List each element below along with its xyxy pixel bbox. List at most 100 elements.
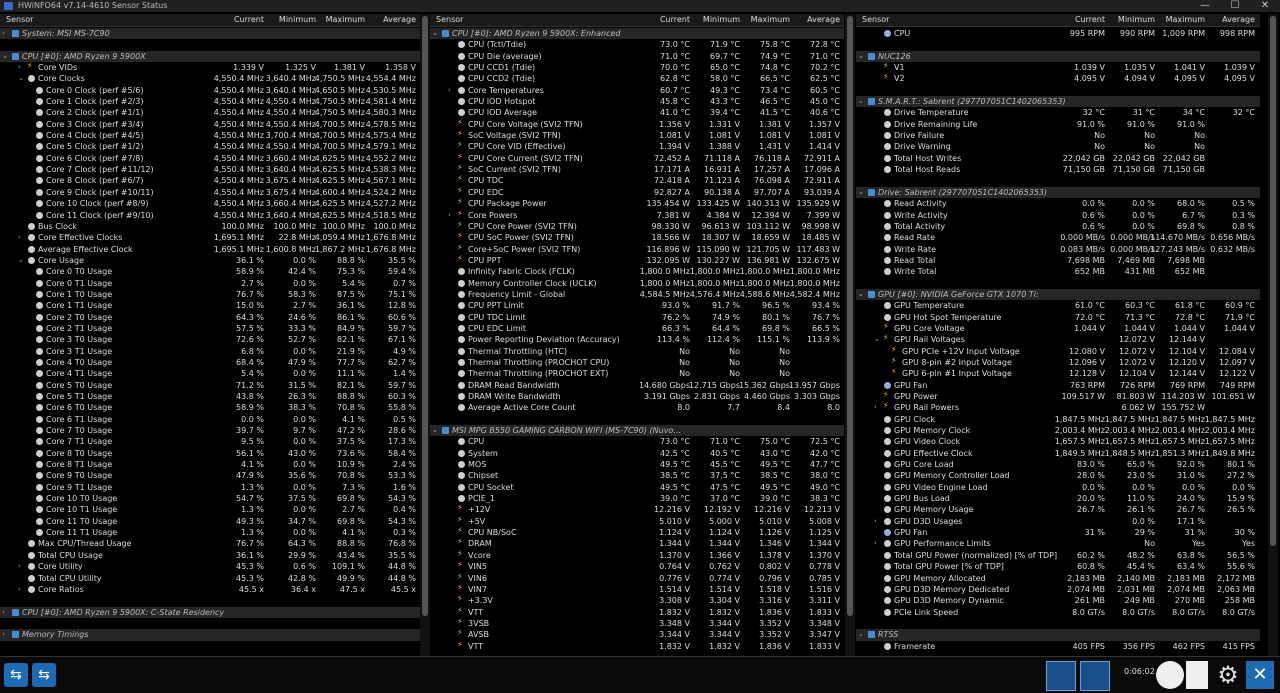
header-current[interactable]: Current	[1075, 14, 1105, 26]
sensor-row[interactable]: Frequency Limit - Global 4,584.5 MHz 4,576…	[430, 289, 844, 300]
sensor-row[interactable]: DRAM Read Bandwidth 14.680 Gbps 12.715 Gbp…	[430, 380, 844, 391]
sensor-row[interactable]: ⌄ GPU Rail Voltages 12.072 V 12.144 V	[856, 333, 1260, 345]
sensor-row[interactable]: Thermal Throttling (PROCHOT CPU) No No No	[430, 357, 844, 368]
sensor-row[interactable]: Drive Failure No No No	[856, 130, 1260, 141]
sensor-row[interactable]: Total GPU Power [% of TDP] 60.8 % 45.4 % 63…	[856, 561, 1260, 572]
sensor-row[interactable]: Core 9 Clock (perf #10/11) 4,550.4 MHz 3,6…	[0, 187, 420, 198]
sensor-group-header[interactable]: ⌄ MSI MPG B550 GAMING CARBON WIFI (MS-7C9…	[430, 425, 844, 437]
sensor-row[interactable]: Total GPU Power (normalized) [% of TDP] 6…	[856, 550, 1260, 561]
sensor-panel-1[interactable]: Sensor Current Minimum Maximum Average › Syste…	[0, 14, 420, 656]
sensor-row[interactable]: VIN7 1.514 V 1.514 V 1.518 V 1.516 V	[430, 583, 844, 595]
sensor-row[interactable]: 3VSB 3.348 V 3.344 V 3.352 V 3.348 V	[430, 617, 844, 629]
report-icon[interactable]	[1186, 661, 1208, 689]
scrollbar-1[interactable]	[420, 14, 430, 656]
sensor-row[interactable]: › GPU Rail Powers 6.062 W 155.752 W	[856, 401, 1260, 413]
header-maximum[interactable]: Maximum	[326, 14, 365, 26]
sensor-panel-3[interactable]: Sensor Current Minimum Maximum Average CPU 995…	[856, 14, 1260, 656]
sensor-row[interactable]: +12V 12.216 V 12.192 V 12.216 V 12.213 V	[430, 503, 844, 515]
sensor-row[interactable]: GPU Core Load 83.0 % 65.0 % 92.0 % 80.1 %	[856, 459, 1260, 470]
sensor-row[interactable]: Core 1 Clock (perf #2/3) 4,550.4 MHz 4,550…	[0, 96, 420, 107]
scroll-thumb-1[interactable]	[422, 16, 428, 616]
sensor-group-header[interactable]: ⌄ NUC126	[856, 50, 1260, 63]
scroll-thumb-2[interactable]	[847, 16, 853, 616]
sensor-group-header[interactable]: › Memory Timings	[0, 629, 420, 641]
sensor-row[interactable]: GPU 8-pin #2 Input Voltage 12.096 V 12.072…	[856, 356, 1260, 368]
sensor-row[interactable]: Core 7 T1 Usage 9.5 % 0.0 % 37.5 % 17.3 %	[0, 436, 420, 447]
expand-chevron-icon[interactable]: ›	[18, 232, 21, 243]
sensor-row[interactable]: Vcore 1.370 V 1.366 V 1.378 V 1.370 V	[430, 549, 844, 561]
collapse-chevron-icon[interactable]: ⌄	[874, 334, 880, 345]
sensor-row[interactable]: V2 4.095 V 4.094 V 4.095 V 4.095 V	[856, 72, 1260, 84]
network-icon[interactable]	[1046, 661, 1076, 691]
sensor-row[interactable]: Core 0 T1 Usage 2.7 % 0.0 % 5.4 % 0.7 %	[0, 278, 420, 289]
sensor-row[interactable]: PCIE_1 39.0 °C 37.0 °C 39.0 °C 38.3 °C	[430, 493, 844, 504]
sensor-row[interactable]: GPU Hot Spot Temperature 72.0 °C 71.3 °C 72…	[856, 312, 1260, 323]
sensor-row[interactable]: Thermal Throttling (PROCHOT EXT) No No No	[430, 368, 844, 379]
sensor-row[interactable]: VIN5 0.764 V 0.762 V 0.802 V 0.778 V	[430, 560, 844, 572]
collapse-chevron-icon[interactable]: ⌄	[432, 28, 438, 39]
sensor-group-header[interactable]: ⌄ Drive: Sabrent (297707051C1402065353)	[856, 186, 1260, 199]
sensor-row[interactable]: CPU EDC Limit 66.3 % 64.4 % 69.8 % 66.5 %	[430, 323, 844, 334]
collapse-chevron-icon[interactable]: ⌄	[858, 187, 864, 198]
sensor-row[interactable]: GPU Core Voltage 1.044 V 1.044 V 1.044 V 1.0…	[856, 322, 1260, 334]
nav-right-arrows-icon[interactable]: ⇆	[32, 663, 56, 687]
sensor-row[interactable]: CPU NB/SoC 1.124 V 1.124 V 1.126 V 1.125 V	[430, 526, 844, 538]
sensor-group-header[interactable]: › CPU [#0]: AMD Ryzen 9 5900X: C-State Re…	[0, 606, 420, 618]
sensor-row[interactable]: Memory Controller Clock (UCLK) 1,800.0 MH…	[430, 278, 844, 289]
sensor-row[interactable]: CPU Core Current (SVI2 TFN) 72.452 A 71.11…	[430, 152, 844, 164]
sensor-group-header[interactable]: ⌄ GPU [#0]: NVIDIA GeForce GTX 1070 Ti:	[856, 288, 1260, 301]
sensor-row[interactable]: Core 6 T0 Usage 58.9 % 38.3 % 70.8 % 55.8 %	[0, 402, 420, 413]
maximize-button[interactable]: ☐	[1220, 0, 1250, 12]
sensor-row[interactable]: Core 9 T0 Usage 47.9 % 35.6 % 70.8 % 53.3 %	[0, 470, 420, 481]
settings-gear-icon[interactable]: ⚙	[1214, 661, 1242, 689]
sensor-row[interactable]: Drive Temperature 32 °C 31 °C 34 °C 32 °C	[856, 107, 1260, 118]
sensor-row[interactable]: CPU EDC 92.827 A 90.138 A 97.707 A 93.039 A	[430, 186, 844, 198]
sensor-row[interactable]: GPU PCIe +12V Input Voltage 12.080 V 12.07…	[856, 345, 1260, 357]
sensor-row[interactable]: Core 11 T1 Usage 1.3 % 0.0 % 4.1 % 0.3 %	[0, 527, 420, 538]
sensor-row[interactable]: Core 6 Clock (perf #7/8) 4,550.4 MHz 3,660…	[0, 153, 420, 164]
sensor-row[interactable]: GPU Fan 31 % 29 % 31 % 30 %	[856, 527, 1260, 538]
sensor-row[interactable]: +3.3V 3.308 V 3.304 V 3.316 V 3.311 V	[430, 594, 844, 606]
sensor-row[interactable]: Core 4 Clock (perf #4/5) 4,550.4 MHz 3,700…	[0, 130, 420, 141]
expand-chevron-icon[interactable]: ›	[2, 28, 5, 39]
sensor-row[interactable]: CPU TDC Limit 76.2 % 74.9 % 80.1 % 76.7 %	[430, 312, 844, 323]
expand-chevron-icon[interactable]: ›	[448, 210, 451, 221]
sensor-row[interactable]: Core 8 T0 Usage 56.1 % 43.0 % 73.6 % 58.4 %	[0, 448, 420, 459]
sensor-row[interactable]: Read Rate 0.000 MB/s 0.000 MB/s 114.670 MB/…	[856, 232, 1260, 243]
sensor-row[interactable]: CPU CCD2 (Tdie) 62.8 °C 58.0 °C 66.5 °C 62.5…	[430, 73, 844, 84]
sensor-row[interactable]: ⌄ Core Usage 36.1 % 0.0 % 88.8 % 35.5 %	[0, 255, 420, 266]
header-current[interactable]: Current	[660, 14, 690, 26]
sensor-row[interactable]: CPU CCD1 (Tdie) 70.0 °C 65.0 °C 74.8 °C 70.2…	[430, 62, 844, 73]
scrollbar-2[interactable]	[845, 14, 855, 656]
sensor-row[interactable]: Read Total 7,698 MB 7,469 MB 7,698 MB	[856, 255, 1260, 266]
sensor-row[interactable]: VIN6 0.776 V 0.774 V 0.796 V 0.785 V	[430, 572, 844, 584]
minimize-button[interactable]: —	[1190, 0, 1220, 12]
sensor-row[interactable]: GPU Memory Usage 26.7 % 26.1 % 26.7 % 26.5 %	[856, 504, 1260, 515]
sensor-row[interactable]: Core 3 T0 Usage 72.6 % 52.7 % 82.1 % 67.1 %	[0, 334, 420, 345]
sensor-row[interactable]: CPU IOD Average 41.0 °C 39.4 °C 41.5 °C 40.6…	[430, 107, 844, 118]
sensor-row[interactable]: GPU Memory Clock 2,003.4 MHz 2,003.4 MHz 2,…	[856, 425, 1260, 436]
sensor-row[interactable]: GPU Memory Allocated 2,183 MB 2,140 MB 2,18…	[856, 573, 1260, 584]
sensor-row[interactable]: AVSB 3.344 V 3.344 V 3.352 V 3.347 V	[430, 628, 844, 640]
sensor-row[interactable]: GPU 6-pin #1 Input Voltage 12.128 V 12.104…	[856, 367, 1260, 379]
sensor-row[interactable]: Core 2 T1 Usage 57.5 % 33.3 % 84.9 % 59.7 %	[0, 323, 420, 334]
collapse-chevron-icon[interactable]: ⌄	[858, 289, 864, 300]
sensor-row[interactable]: Chipset 38.5 °C 37.5 °C 38.5 °C 38.0 °C	[430, 470, 844, 481]
sensor-row[interactable]: Framerate 405 FPS 356 FPS 462 FPS 415 FPS	[856, 641, 1260, 652]
sensor-group-header[interactable]: ⌄ CPU [#0]: AMD Ryzen 9 5900X: Enhanced	[430, 28, 844, 40]
header-maximum[interactable]: Maximum	[1166, 14, 1205, 26]
sensor-row[interactable]: GPU Video Clock 1,657.5 MHz 1,657.5 MHz 1,6…	[856, 436, 1260, 447]
expand-chevron-icon[interactable]: ›	[874, 516, 877, 527]
expand-chevron-icon[interactable]: ›	[18, 584, 21, 595]
sensor-row[interactable]: Bus Clock 100.0 MHz 100.0 MHz 100.0 MHz 100.…	[0, 221, 420, 232]
expand-chevron-icon[interactable]: ›	[18, 561, 21, 572]
sensor-row[interactable]: Core 2 T0 Usage 64.3 % 24.6 % 86.1 % 60.6 %	[0, 312, 420, 323]
collapse-chevron-icon[interactable]: ⌄	[858, 51, 864, 62]
sensor-row[interactable]: DRAM 1.344 V 1.344 V 1.346 V 1.344 V	[430, 537, 844, 549]
sensor-row[interactable]: CPU Socket 49.5 °C 47.5 °C 49.5 °C 49.0 °C	[430, 482, 844, 493]
sensor-panel-2[interactable]: Sensor Current Minimum Maximum Average ⌄ CPU […	[430, 14, 844, 656]
header-sensor[interactable]: Sensor	[862, 14, 889, 26]
header-maximum[interactable]: Maximum	[751, 14, 790, 26]
sensor-row[interactable]: System 42.5 °C 40.5 °C 43.0 °C 42.0 °C	[430, 448, 844, 459]
sensor-row[interactable]: Average Effective Clock 1,695.1 MHz 1,600.…	[0, 244, 420, 255]
